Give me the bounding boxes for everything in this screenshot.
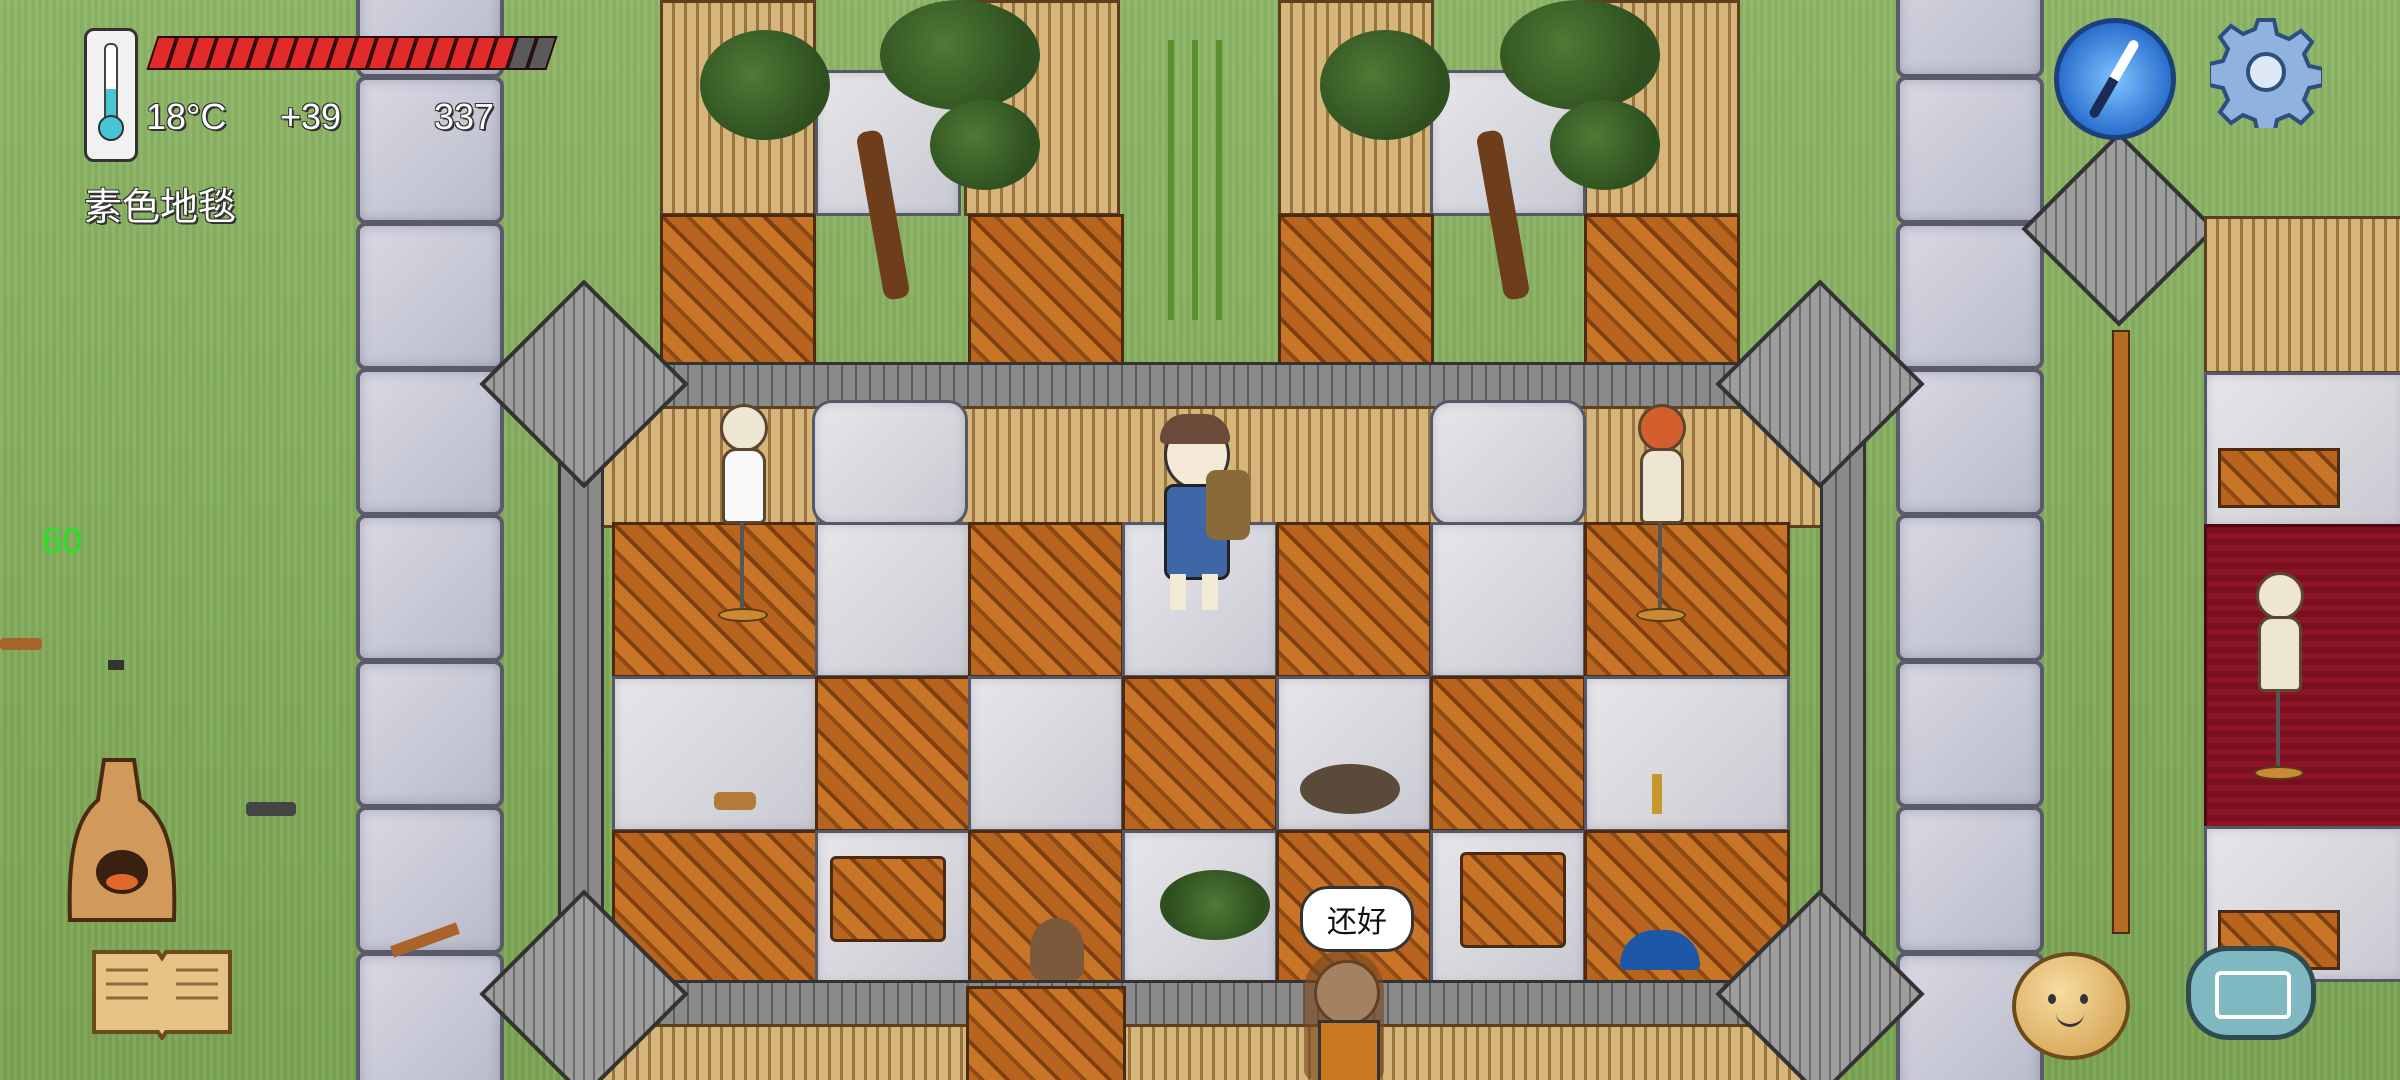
speech-bubble: 还好: [1300, 886, 1414, 952]
keyboard-icon[interactable]: [2186, 946, 2316, 1040]
wooden-gate[interactable]: [966, 986, 1126, 1080]
wood-floor-tile: [968, 214, 1124, 370]
bonus-readout: +39: [280, 96, 342, 137]
stone-path-left: [356, 0, 506, 1080]
bamboo-fence: [2204, 216, 2400, 374]
wood-floor-tile: [1278, 214, 1434, 370]
corner-tower: [2021, 131, 2217, 327]
compass-icon[interactable]: [2054, 18, 2176, 140]
debris-pile[interactable]: [1300, 764, 1400, 814]
thermometer-icon: [84, 28, 138, 162]
wooden-cart[interactable]: [1460, 852, 1566, 948]
sapling[interactable]: [1160, 870, 1270, 940]
courtyard-fence: [600, 1024, 1826, 1080]
stone-tile: [1584, 676, 1790, 832]
wood-floor-tile: [968, 522, 1124, 678]
wood-floor-tile: [1276, 522, 1432, 678]
gear-icon[interactable]: [2207, 16, 2325, 136]
decorative-window: [812, 400, 968, 526]
book-icon[interactable]: [90, 944, 234, 1042]
stone-tile: [1430, 522, 1586, 678]
stone-path-right: [1896, 0, 2046, 1080]
storage-crate[interactable]: [2218, 448, 2340, 508]
courtyard-wall-front: [560, 980, 1866, 1030]
pine-tree: [1500, 0, 1660, 110]
decorative-window: [1430, 400, 1586, 526]
stone-tile: [815, 522, 971, 678]
bamboo-plant: [1150, 40, 1240, 320]
basket[interactable]: [1030, 918, 1084, 980]
pine-tree: [930, 100, 1040, 190]
pine-tree: [880, 0, 1040, 110]
pine-tree: [1550, 100, 1660, 190]
wooden-post: [2112, 330, 2130, 934]
player-character[interactable]: [1150, 414, 1250, 620]
temperature-readout: 18°C: [146, 96, 227, 137]
mannequin[interactable]: [2248, 572, 2308, 792]
floor-label: 素色地毯: [84, 187, 237, 229]
stick-item[interactable]: [0, 638, 42, 650]
wood-floor-tile: [1430, 676, 1586, 832]
wood-floor-tile: [1584, 214, 1740, 370]
kiln-icon[interactable]: [64, 752, 180, 932]
wood-floor-tile: [660, 214, 816, 370]
game-world[interactable]: [0, 0, 2400, 1080]
pine-tree: [700, 30, 830, 140]
score-readout: 337: [434, 96, 495, 137]
mannequin[interactable]: [1630, 404, 1690, 634]
wooden-cart[interactable]: [830, 856, 946, 942]
wood-floor-tile: [1122, 676, 1278, 832]
flint-item[interactable]: [108, 660, 124, 670]
stone-tile: [968, 676, 1124, 832]
health-bar: [146, 30, 558, 74]
emote-icon[interactable]: [2012, 952, 2130, 1060]
wood-floor-tile: [815, 676, 971, 832]
fps-counter: 60: [42, 520, 83, 561]
mannequin[interactable]: [712, 404, 772, 634]
npc-character[interactable]: [1296, 950, 1396, 1080]
pine-tree: [1320, 30, 1450, 140]
stone-tile: [612, 676, 818, 832]
dropped-item[interactable]: [1652, 774, 1662, 814]
dropped-item[interactable]: [714, 792, 756, 810]
stone-item[interactable]: [246, 802, 296, 816]
